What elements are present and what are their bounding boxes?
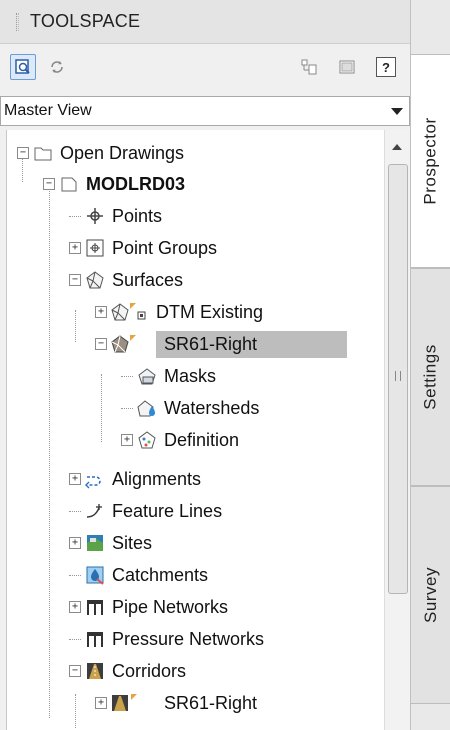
refresh-icon: [51, 61, 63, 73]
structure-icon: [301, 59, 317, 75]
watersheds-icon: [136, 398, 158, 418]
masks-icon: [136, 366, 158, 386]
drag-grip[interactable]: [16, 13, 19, 31]
corridor-icon: [110, 693, 150, 713]
help-button[interactable]: ?: [376, 57, 396, 77]
panel-title: TOOLSPACE: [30, 11, 141, 31]
view-selector-dropdown[interactable]: Master View: [0, 96, 410, 126]
chevron-down-icon[interactable]: [391, 108, 403, 115]
tree-item-definition[interactable]: + Definition: [121, 425, 239, 455]
scroll-thumb[interactable]: [388, 164, 408, 594]
view-selector-value: Master View: [4, 102, 92, 119]
tree-item-points[interactable]: Points: [69, 201, 162, 231]
tree-item-modlrd03[interactable]: − MODLRD03: [43, 169, 185, 199]
catchments-icon: [84, 565, 106, 585]
alignments-icon: [84, 469, 106, 489]
expand-toggle[interactable]: +: [121, 434, 133, 446]
tree-item-point-groups[interactable]: + Point Groups: [69, 233, 217, 263]
tree-item-sr61-right-corridor[interactable]: + SR61-Right: [95, 688, 257, 718]
tree-item-catchments[interactable]: Catchments: [69, 560, 208, 590]
tab-survey[interactable]: Survey: [411, 486, 450, 704]
item-view-button[interactable]: [10, 54, 36, 80]
scroll-up-icon[interactable]: [392, 144, 402, 150]
collapse-toggle[interactable]: −: [69, 665, 81, 677]
points-icon: [84, 206, 106, 226]
tree-item-surfaces[interactable]: − Surfaces: [69, 265, 183, 295]
feature-lines-icon: [84, 501, 106, 521]
pressure-networks-icon: [84, 629, 106, 649]
expand-toggle[interactable]: +: [95, 306, 107, 318]
point-groups-icon: [84, 238, 106, 258]
tree-item-masks[interactable]: Masks: [121, 361, 216, 391]
collapse-toggle[interactable]: −: [43, 178, 55, 190]
expand-toggle[interactable]: +: [69, 537, 81, 549]
panel-icon: [339, 60, 355, 74]
pipe-networks-icon: [84, 597, 106, 617]
tree-item-pressure-networks[interactable]: Pressure Networks: [69, 624, 264, 654]
tree-item-feature-lines[interactable]: Feature Lines: [69, 496, 222, 526]
collapse-toggle[interactable]: −: [17, 147, 29, 159]
expand-toggle[interactable]: +: [95, 697, 107, 709]
sites-icon: [84, 533, 106, 553]
toolspace-title-bar[interactable]: TOOLSPACE: [0, 0, 410, 44]
tree-item-watersheds[interactable]: Watersheds: [121, 393, 259, 423]
expand-toggle[interactable]: +: [69, 473, 81, 485]
corridors-icon: [84, 661, 106, 681]
panel-button[interactable]: [334, 54, 360, 80]
tree-item-sr61-right-surface[interactable]: − SR61-Right: [95, 329, 348, 359]
tree-item-corridors[interactable]: − Corridors: [69, 656, 186, 686]
prospector-tree[interactable]: − Open Drawings − MODLRD03 Points + Poin…: [6, 130, 410, 730]
expand-toggle[interactable]: +: [69, 601, 81, 613]
tree-item-pipe-networks[interactable]: + Pipe Networks: [69, 592, 228, 622]
refresh-button[interactable]: [44, 54, 70, 80]
definition-icon: [136, 430, 158, 450]
tree-item-open-drawings[interactable]: − Open Drawings: [17, 138, 184, 168]
side-tabs: Prospector Settings Survey: [410, 0, 450, 730]
tab-prospector[interactable]: Prospector: [411, 54, 450, 268]
tree-item-alignments[interactable]: + Alignments: [69, 464, 201, 494]
collapse-toggle[interactable]: −: [69, 274, 81, 286]
toolbar: ?: [0, 44, 410, 90]
tree-scrollbar[interactable]: [384, 130, 410, 730]
drawing-icon: [58, 174, 80, 194]
surfaces-icon: [84, 270, 106, 290]
structure-button[interactable]: [296, 54, 322, 80]
surface-icon: [110, 302, 150, 322]
item-view-icon: [15, 59, 30, 74]
drawings-icon: [32, 143, 54, 163]
expand-toggle[interactable]: +: [69, 242, 81, 254]
tree-item-dtm-existing[interactable]: + DTM Existing: [95, 297, 263, 327]
collapse-toggle[interactable]: −: [95, 338, 107, 350]
tab-settings[interactable]: Settings: [411, 268, 450, 486]
surface-icon: [110, 334, 150, 354]
tree-item-sites[interactable]: + Sites: [69, 528, 152, 558]
